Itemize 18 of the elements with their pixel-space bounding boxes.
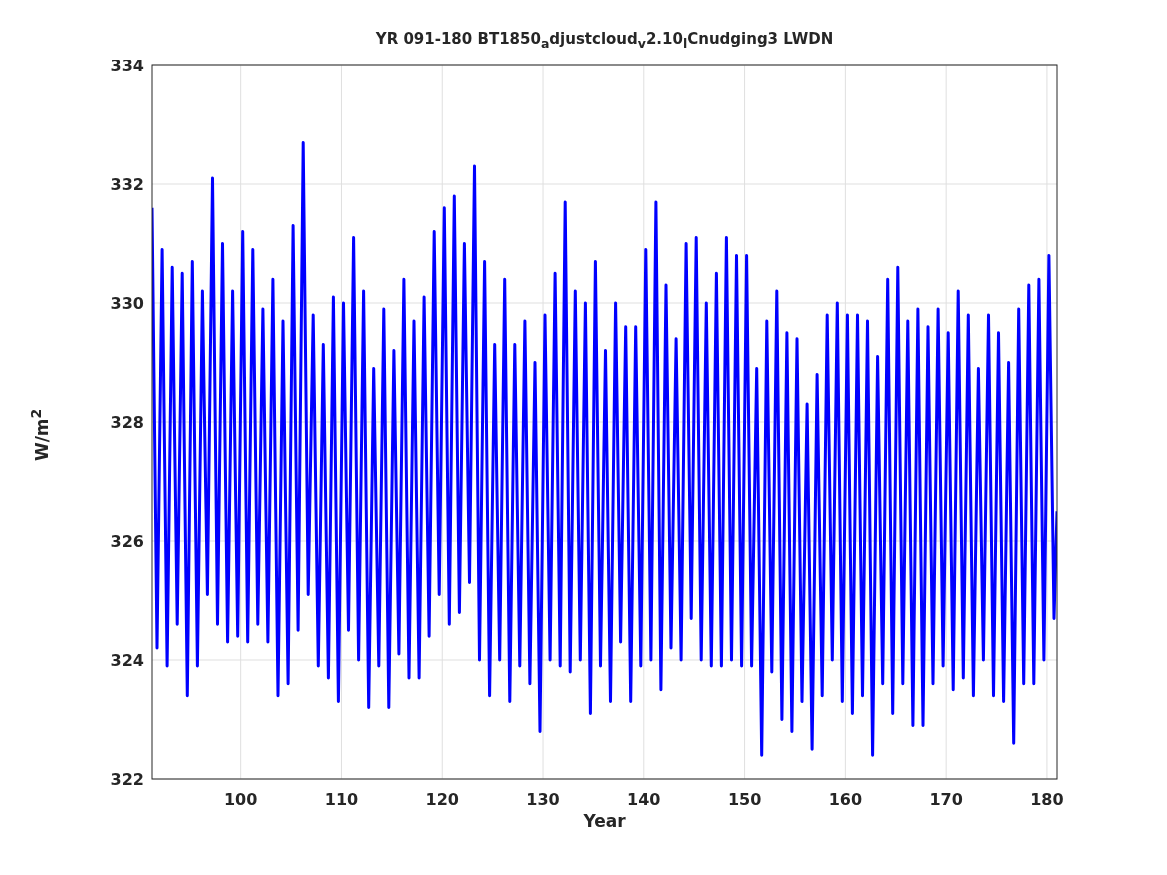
x-tick-label: 160 xyxy=(828,790,863,809)
y-tick-label: 332 xyxy=(110,175,144,194)
x-axis-label: Year xyxy=(583,811,626,831)
y-tick-label: 322 xyxy=(110,770,144,789)
x-tick-label: 120 xyxy=(425,790,459,809)
x-tick-label: 100 xyxy=(224,790,258,809)
y-tick-label: 324 xyxy=(110,651,144,670)
y-tick-label: 334 xyxy=(110,60,144,75)
x-tick-label: 180 xyxy=(1030,790,1064,809)
chart-title: YR 091-180 BT1850$_{a}$djustcloud$_{v}$2.10$_{l}$Cnudging3 LWDN xyxy=(374,30,835,53)
x-tick-label: 110 xyxy=(324,790,359,809)
x-tick-label: 170 xyxy=(929,790,963,809)
y-tick-label: 328 xyxy=(110,413,144,432)
y-tick-label: 326 xyxy=(110,532,144,551)
x-tick-label: 150 xyxy=(727,790,762,809)
x-tick-label: 140 xyxy=(627,790,661,809)
x-tick-label: 130 xyxy=(526,790,560,809)
y-tick-label: 330 xyxy=(110,294,144,313)
